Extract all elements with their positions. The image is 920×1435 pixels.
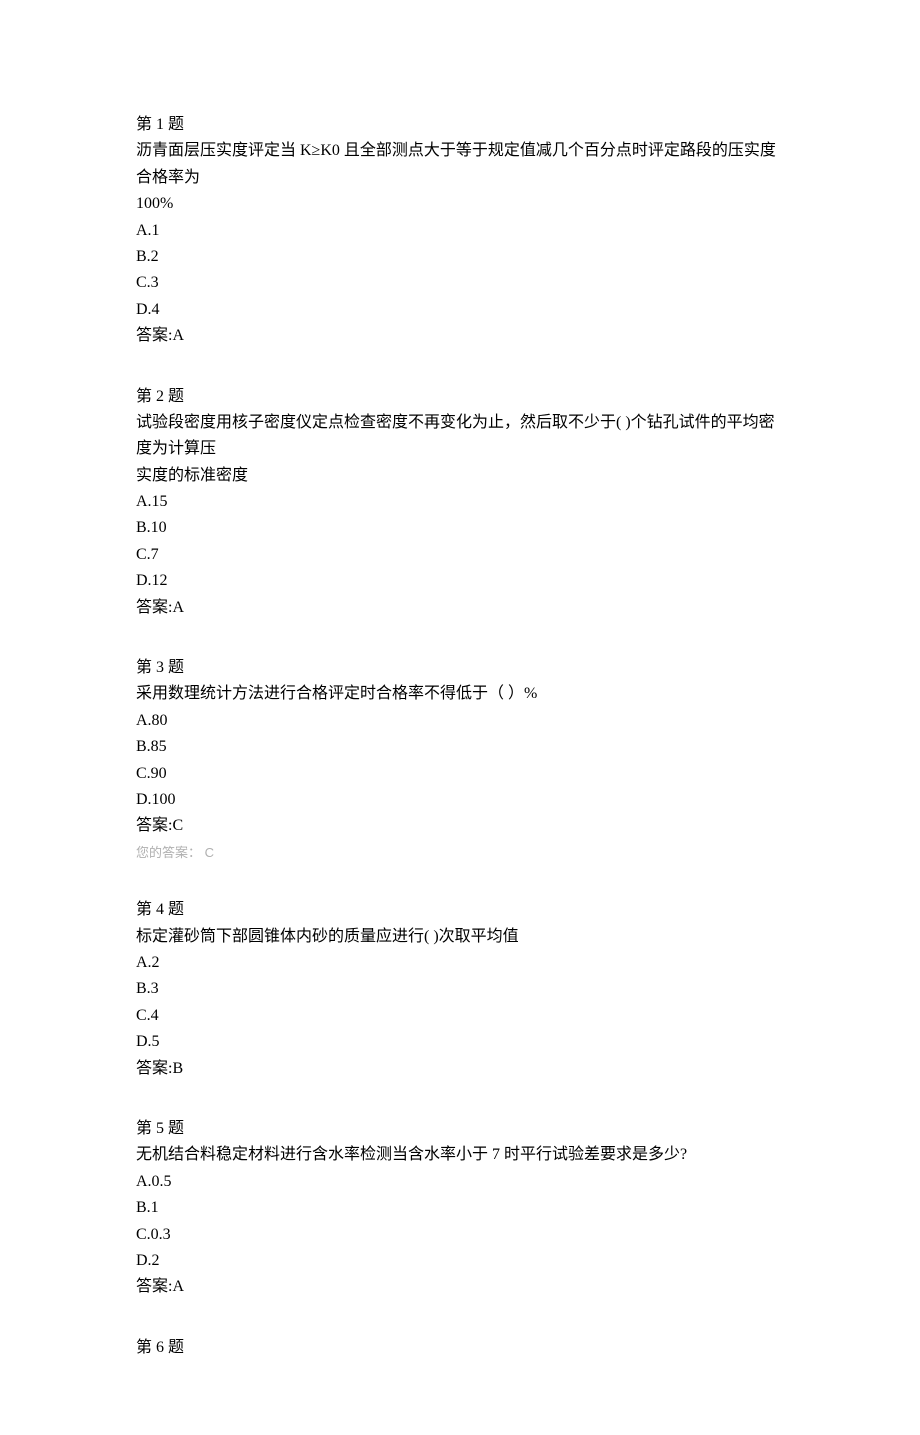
option-b: B.3 — [136, 976, 784, 1002]
option-d: D.4 — [136, 297, 784, 323]
option-b: B.2 — [136, 244, 784, 270]
option-d: D.2 — [136, 1248, 784, 1274]
answer: 答案:C — [136, 813, 784, 839]
question-6: 第 6 题 — [136, 1335, 784, 1361]
option-a: A.15 — [136, 489, 784, 515]
answer: 答案:A — [136, 595, 784, 621]
document-page: 第 1 题 沥青面层压实度评定当 K≥K0 且全部测点大于等于规定值减几个百分点… — [0, 0, 920, 1435]
answer: 答案:A — [136, 1274, 784, 1300]
question-stem-line: 实度的标准密度 — [136, 463, 784, 489]
question-1: 第 1 题 沥青面层压实度评定当 K≥K0 且全部测点大于等于规定值减几个百分点… — [136, 112, 784, 350]
question-stem-line: 沥青面层压实度评定当 K≥K0 且全部测点大于等于规定值减几个百分点时评定路段的… — [136, 138, 784, 191]
option-a: A.2 — [136, 950, 784, 976]
option-d: D.5 — [136, 1029, 784, 1055]
option-a: A.1 — [136, 218, 784, 244]
question-stem-line: 无机结合料稳定材料进行含水率检测当含水率小于 7 时平行试验差要求是多少? — [136, 1142, 784, 1168]
question-header: 第 1 题 — [136, 112, 784, 138]
question-header: 第 6 题 — [136, 1335, 784, 1361]
question-header: 第 5 题 — [136, 1116, 784, 1142]
option-d: D.12 — [136, 568, 784, 594]
answer: 答案:B — [136, 1056, 784, 1082]
option-d: D.100 — [136, 787, 784, 813]
question-3: 第 3 题 采用数理统计方法进行合格评定时合格率不得低于（ ）% A.80 B.… — [136, 655, 784, 863]
question-header: 第 3 题 — [136, 655, 784, 681]
option-b: B.10 — [136, 515, 784, 541]
question-stem-line: 试验段密度用核子密度仪定点检查密度不再变化为止，然后取不少于( )个钻孔试件的平… — [136, 410, 784, 463]
option-a: A.0.5 — [136, 1169, 784, 1195]
answer: 答案:A — [136, 323, 784, 349]
question-5: 第 5 题 无机结合料稳定材料进行含水率检测当含水率小于 7 时平行试验差要求是… — [136, 1116, 784, 1301]
option-c: C.0.3 — [136, 1222, 784, 1248]
question-stem-line: 采用数理统计方法进行合格评定时合格率不得低于（ ）% — [136, 681, 784, 707]
option-b: B.85 — [136, 734, 784, 760]
option-b: B.1 — [136, 1195, 784, 1221]
question-2: 第 2 题 试验段密度用核子密度仪定点检查密度不再变化为止，然后取不少于( )个… — [136, 384, 784, 622]
option-c: C.90 — [136, 761, 784, 787]
option-c: C.3 — [136, 270, 784, 296]
user-answer: 您的答案： C — [136, 842, 784, 863]
question-stem-line: 100% — [136, 191, 784, 217]
question-stem-line: 标定灌砂筒下部圆锥体内砂的质量应进行( )次取平均值 — [136, 924, 784, 950]
question-4: 第 4 题 标定灌砂筒下部圆锥体内砂的质量应进行( )次取平均值 A.2 B.3… — [136, 897, 784, 1082]
option-c: C.4 — [136, 1003, 784, 1029]
option-a: A.80 — [136, 708, 784, 734]
option-c: C.7 — [136, 542, 784, 568]
question-header: 第 4 题 — [136, 897, 784, 923]
question-header: 第 2 题 — [136, 384, 784, 410]
